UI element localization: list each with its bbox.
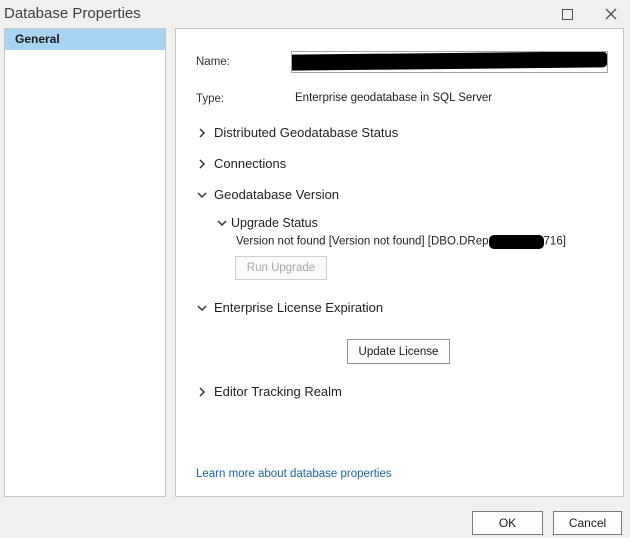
maximize-icon — [561, 8, 573, 20]
general-panel: Name: Type: Enterprise geodatabase in SQ… — [175, 28, 624, 497]
section-title: Connections — [214, 156, 287, 171]
section-title: Distributed Geodatabase Status — [214, 125, 399, 140]
section-title: Enterprise License Expiration — [214, 300, 384, 315]
redaction-mark — [488, 235, 544, 249]
section-license-expiration[interactable]: Enterprise License Expiration — [196, 300, 383, 315]
type-value: Enterprise geodatabase in SQL Server — [295, 92, 493, 104]
learn-more-link[interactable]: Learn more about database properties — [196, 468, 392, 480]
version-text-prefix: Version not found [Version not found] [D… — [236, 235, 489, 248]
run-upgrade-button[interactable]: Run Upgrade — [235, 256, 327, 280]
ok-button[interactable]: OK — [472, 511, 543, 535]
cancel-button[interactable]: Cancel — [553, 511, 622, 535]
section-connections[interactable]: Connections — [196, 156, 286, 171]
chevron-right-icon — [196, 127, 208, 139]
chevron-right-icon — [196, 158, 208, 170]
section-title: Editor Tracking Realm — [214, 384, 342, 399]
sidebar: General — [4, 28, 166, 497]
close-icon — [605, 8, 617, 20]
chevron-right-icon — [196, 386, 208, 398]
version-status-text: Version not found [Version not found] [D… — [236, 235, 566, 249]
sidebar-item-label: General — [15, 32, 60, 46]
maximize-button[interactable] — [552, 0, 582, 28]
chevron-down-icon — [196, 189, 208, 201]
redaction-mark — [292, 52, 607, 71]
close-button[interactable] — [596, 0, 626, 28]
name-field[interactable] — [291, 51, 608, 73]
chevron-down-icon — [196, 302, 208, 314]
chevron-down-icon — [216, 217, 228, 229]
type-label: Type: — [196, 93, 225, 105]
sidebar-item-general[interactable]: General — [5, 29, 165, 50]
subsection-title: Upgrade Status — [231, 216, 318, 230]
subsection-upgrade-status[interactable]: Upgrade Status — [216, 216, 318, 230]
update-license-button[interactable]: Update License — [347, 339, 450, 364]
name-label: Name: — [196, 56, 230, 68]
version-text-suffix: 716] — [543, 235, 566, 248]
section-title: Geodatabase Version — [214, 187, 340, 202]
section-distributed-status[interactable]: Distributed Geodatabase Status — [196, 125, 398, 140]
title-bar: Database Properties — [0, 0, 630, 28]
section-editor-tracking[interactable]: Editor Tracking Realm — [196, 384, 342, 399]
window-title: Database Properties — [4, 5, 141, 22]
section-geodatabase-version[interactable]: Geodatabase Version — [196, 187, 339, 202]
